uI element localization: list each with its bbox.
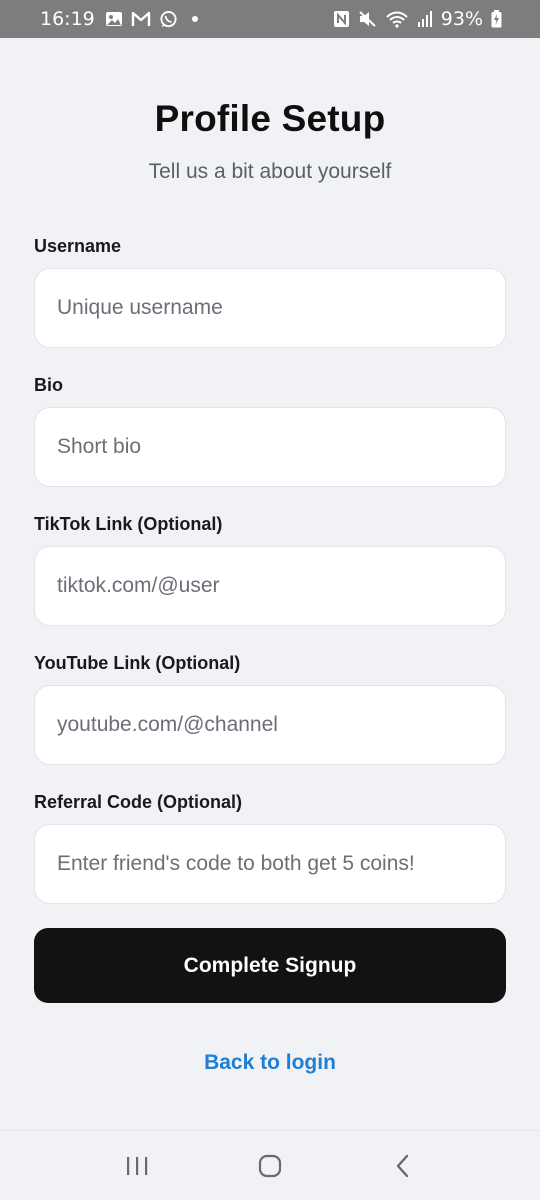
complete-signup-button[interactable]: Complete Signup — [34, 928, 506, 1003]
status-bar: 16:19 93% — [0, 0, 540, 38]
tiktok-label: TikTok Link (Optional) — [34, 514, 223, 534]
youtube-link-input[interactable] — [34, 685, 506, 765]
gmail-icon — [131, 11, 151, 27]
bio-input[interactable] — [34, 407, 506, 487]
battery-percent: 93% — [440, 8, 483, 30]
system-nav-bar — [0, 1130, 540, 1200]
status-right: 93% — [333, 8, 502, 30]
page-subtitle: Tell us a bit about yourself — [148, 160, 392, 183]
wifi-icon — [385, 10, 409, 28]
username-input[interactable] — [34, 268, 506, 348]
home-icon[interactable] — [240, 1136, 300, 1196]
signal-icon — [417, 10, 433, 28]
youtube-label: YouTube Link (Optional) — [34, 653, 241, 673]
notification-dot — [191, 16, 198, 22]
tiktok-link-input[interactable] — [34, 546, 506, 626]
nfc-icon — [333, 10, 350, 28]
username-label: Username — [34, 236, 122, 256]
bio-label: Bio — [34, 375, 63, 395]
image-icon — [105, 11, 123, 27]
status-left: 16:19 — [40, 8, 198, 30]
referral-label: Referral Code (Optional) — [34, 792, 243, 812]
recents-icon[interactable] — [107, 1136, 167, 1196]
page-title: Profile Setup — [154, 98, 386, 139]
status-time: 16:19 — [40, 8, 95, 30]
whatsapp-icon — [159, 10, 178, 29]
mute-icon — [358, 10, 377, 28]
battery-charging-icon — [491, 10, 502, 28]
back-to-login-link[interactable]: Back to login — [0, 1051, 540, 1075]
back-icon[interactable] — [373, 1136, 433, 1196]
referral-code-input[interactable] — [34, 824, 506, 904]
